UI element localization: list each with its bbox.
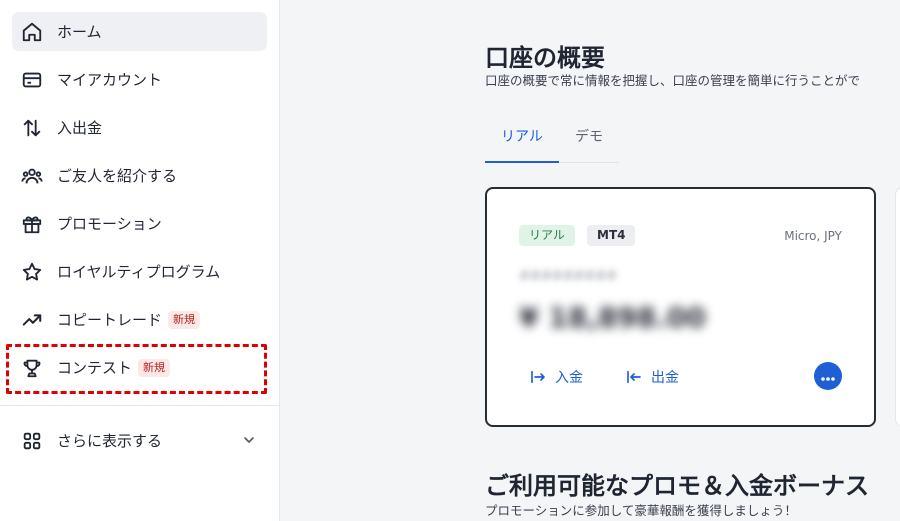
account-tabs: リアル デモ <box>485 118 619 163</box>
tab-demo[interactable]: デモ <box>575 126 603 146</box>
deposit-button[interactable]: 入金 <box>529 367 583 387</box>
main-content: 口座の概要 口座の概要で常に情報を把握し、口座の管理を簡単に行うことがで リアル… <box>281 0 900 521</box>
account-type-tag: リアル <box>519 225 575 246</box>
sidebar: ホーム マイアカウント 入出金 ご友人を紹介する プロモーション ロイヤルティプ… <box>0 0 280 521</box>
users-group-icon <box>20 164 44 188</box>
sidebar-item-home[interactable]: ホーム <box>12 12 267 51</box>
account-number: ######### <box>519 269 618 284</box>
sidebar-item-my-account[interactable]: マイアカウント <box>12 60 267 99</box>
sidebar-item-loyalty[interactable]: ロイヤルティプログラム <box>12 252 267 291</box>
trending-up-icon <box>20 308 44 332</box>
more-dots-icon <box>820 367 836 386</box>
home-icon <box>20 20 44 44</box>
next-account-card[interactable] <box>895 187 900 427</box>
trophy-icon <box>20 356 44 380</box>
deposit-icon <box>529 368 547 386</box>
sidebar-item-label: マイアカウント <box>57 71 163 89</box>
withdraw-icon <box>625 368 643 386</box>
sidebar-item-promotions[interactable]: プロモーション <box>12 204 267 243</box>
sidebar-item-copy-trade[interactable]: コピートレード 新規 <box>12 300 267 339</box>
grid-icon <box>20 429 44 453</box>
active-tab-indicator <box>485 161 559 163</box>
new-badge: 新規 <box>138 358 171 377</box>
sidebar-divider <box>0 405 279 406</box>
promo-section-subtitle: プロモーションに参加して豪華報酬を獲得しましょう！ <box>485 503 797 518</box>
account-balance: ¥ 18,898.00 <box>519 301 706 334</box>
withdraw-label: 出金 <box>651 370 679 386</box>
star-icon <box>20 260 44 284</box>
chevron-down-icon <box>241 432 257 452</box>
new-badge: 新規 <box>168 310 201 329</box>
sidebar-item-deposit-withdrawal[interactable]: 入出金 <box>12 108 267 147</box>
gift-icon <box>20 212 44 236</box>
sidebar-item-label: ご友人を紹介する <box>57 167 178 185</box>
platform-tag: MT4 <box>587 225 636 246</box>
wallet-icon <box>20 68 44 92</box>
sidebar-item-contest[interactable]: コンテスト 新規 <box>12 348 267 387</box>
sidebar-show-more[interactable]: さらに表示する <box>12 421 267 460</box>
more-options-button[interactable] <box>814 362 842 390</box>
page-title: 口座の概要 <box>485 44 605 72</box>
sidebar-item-refer-friends[interactable]: ご友人を紹介する <box>12 156 267 195</box>
sidebar-item-label: ロイヤルティプログラム <box>57 263 221 281</box>
transfer-arrows-icon <box>20 116 44 140</box>
sidebar-item-label: ホーム <box>57 23 102 41</box>
account-meta: Micro, JPY <box>784 229 842 243</box>
sidebar-item-label: コンテスト <box>57 359 133 377</box>
withdraw-button[interactable]: 出金 <box>625 367 679 387</box>
sidebar-item-label: 入出金 <box>57 119 103 137</box>
promo-section-title: ご利用可能なプロモ＆入金ボーナス <box>485 472 869 500</box>
tab-real[interactable]: リアル <box>501 126 543 146</box>
sidebar-item-label: プロモーション <box>57 215 162 233</box>
account-card[interactable]: リアル MT4 Micro, JPY ######### ¥ 18,898.00… <box>485 187 876 427</box>
page-subtitle: 口座の概要で常に情報を把握し、口座の管理を簡単に行うことがで <box>485 73 861 88</box>
deposit-label: 入金 <box>555 370 583 386</box>
sidebar-item-label: コピートレード <box>57 311 163 329</box>
show-more-label: さらに表示する <box>57 432 163 450</box>
